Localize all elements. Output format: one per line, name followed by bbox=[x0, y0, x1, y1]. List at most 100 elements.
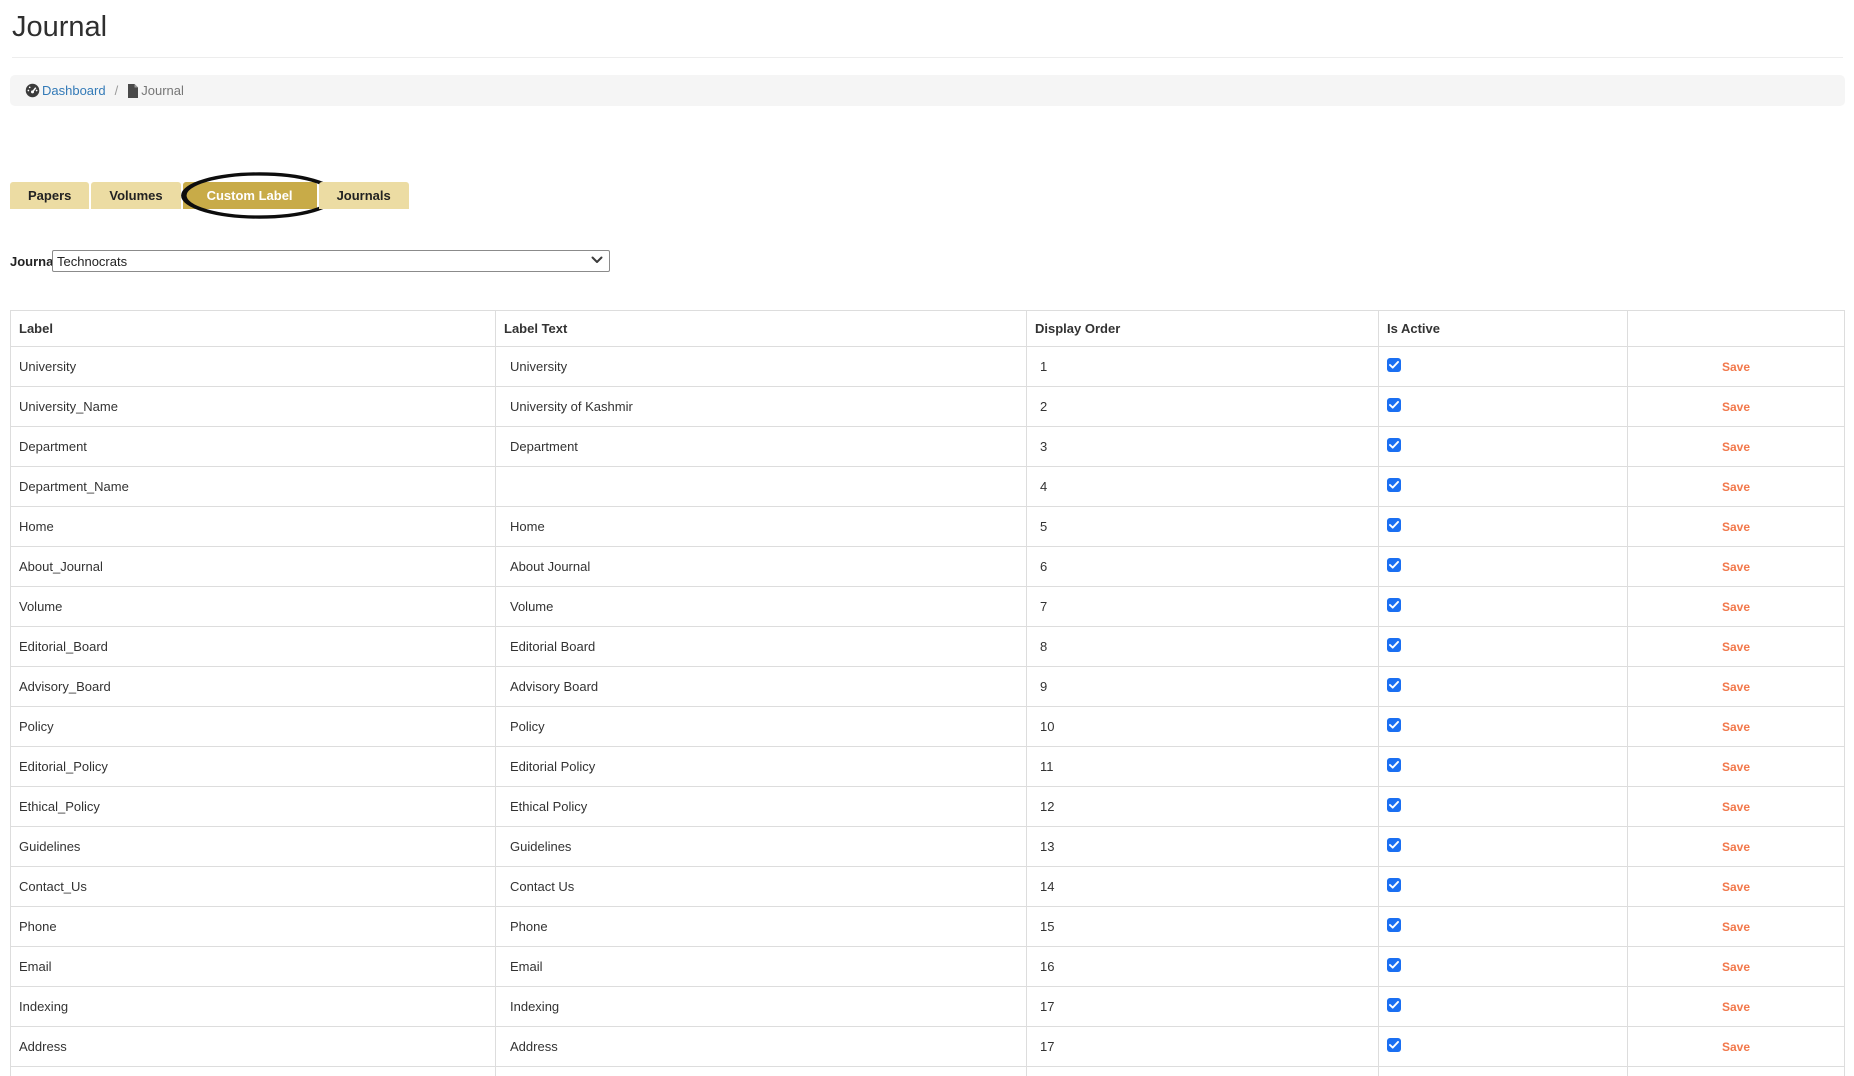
save-button[interactable]: Save bbox=[1722, 800, 1750, 814]
journal-select-label: Journal bbox=[10, 254, 52, 269]
save-button[interactable]: Save bbox=[1722, 440, 1750, 454]
journal-select-wrap: Technocrats bbox=[52, 250, 610, 272]
is-active-checkbox[interactable] bbox=[1387, 798, 1401, 812]
cell-label: Editorial_Policy bbox=[11, 747, 496, 787]
file-icon bbox=[127, 84, 139, 98]
is-active-checkbox[interactable] bbox=[1387, 718, 1401, 732]
is-active-checkbox[interactable] bbox=[1387, 398, 1401, 412]
save-button[interactable]: Save bbox=[1722, 560, 1750, 574]
save-button[interactable]: Save bbox=[1722, 840, 1750, 854]
cell-is-active bbox=[1379, 547, 1628, 587]
save-button[interactable]: Save bbox=[1722, 400, 1750, 414]
is-active-checkbox[interactable] bbox=[1387, 958, 1401, 972]
cell-label: University bbox=[11, 347, 496, 387]
cell-save: Save bbox=[1628, 787, 1845, 827]
cell-label-text: Indexing bbox=[496, 987, 1027, 1027]
tab-journals[interactable]: Journals bbox=[319, 182, 409, 209]
custom-labels-table: Label Label Text Display Order Is Active… bbox=[10, 310, 1845, 1076]
save-button[interactable]: Save bbox=[1722, 520, 1750, 534]
save-button[interactable]: Save bbox=[1722, 1000, 1750, 1014]
is-active-checkbox[interactable] bbox=[1387, 758, 1401, 772]
cell-display-order: 18 bbox=[1027, 1067, 1379, 1076]
cell-is-active bbox=[1379, 947, 1628, 987]
cell-label-text: Department bbox=[496, 427, 1027, 467]
column-header-display-order: Display Order bbox=[1027, 311, 1379, 347]
table-body: University University 1 Save University_… bbox=[11, 347, 1845, 1076]
save-button[interactable]: Save bbox=[1722, 640, 1750, 654]
breadcrumb-dashboard-link[interactable]: Dashboard bbox=[42, 83, 106, 98]
cell-is-active bbox=[1379, 787, 1628, 827]
save-button[interactable]: Save bbox=[1722, 680, 1750, 694]
is-active-checkbox[interactable] bbox=[1387, 598, 1401, 612]
save-button[interactable]: Save bbox=[1722, 920, 1750, 934]
breadcrumb-separator: / bbox=[115, 83, 119, 98]
table-row: Contact_Us Contact Us 14 Save bbox=[11, 867, 1845, 907]
is-active-checkbox[interactable] bbox=[1387, 1038, 1401, 1052]
journal-admin-page: Journal Dashboard / J bbox=[0, 0, 1854, 1076]
cell-label: University_Name bbox=[11, 387, 496, 427]
cell-display-order: 2 bbox=[1027, 387, 1379, 427]
save-button[interactable]: Save bbox=[1722, 600, 1750, 614]
is-active-checkbox[interactable] bbox=[1387, 918, 1401, 932]
cell-is-active bbox=[1379, 827, 1628, 867]
breadcrumb: Dashboard / Journal bbox=[10, 75, 1845, 106]
cell-label: Phone bbox=[11, 907, 496, 947]
save-button[interactable]: Save bbox=[1722, 360, 1750, 374]
breadcrumb-dashboard[interactable]: Dashboard bbox=[25, 83, 106, 98]
is-active-checkbox[interactable] bbox=[1387, 638, 1401, 652]
cell-is-active bbox=[1379, 427, 1628, 467]
cell-label-text: Volume bbox=[496, 587, 1027, 627]
cell-is-active bbox=[1379, 627, 1628, 667]
table-row: Department_Name 4 Save bbox=[11, 467, 1845, 507]
cell-is-active bbox=[1379, 667, 1628, 707]
cell-save: Save bbox=[1628, 467, 1845, 507]
cell-label: Guidelines bbox=[11, 827, 496, 867]
table-row: Department Department 3 Save bbox=[11, 427, 1845, 467]
is-active-checkbox[interactable] bbox=[1387, 878, 1401, 892]
cell-label-text: Advisory Board bbox=[496, 667, 1027, 707]
tab-bar: Papers Volumes Custom Label Journals bbox=[10, 182, 1845, 209]
cell-save: Save bbox=[1628, 387, 1845, 427]
cell-label-text: Guidelines bbox=[496, 827, 1027, 867]
table-row: Volume Volume 7 Save bbox=[11, 587, 1845, 627]
is-active-checkbox[interactable] bbox=[1387, 678, 1401, 692]
save-button[interactable]: Save bbox=[1722, 880, 1750, 894]
tab-custom-label[interactable]: Custom Label bbox=[183, 182, 317, 209]
is-active-checkbox[interactable] bbox=[1387, 558, 1401, 572]
is-active-checkbox[interactable] bbox=[1387, 998, 1401, 1012]
save-button[interactable]: Save bbox=[1722, 760, 1750, 774]
cell-label-text: Contact Us bbox=[496, 867, 1027, 907]
cell-label: About_Journal bbox=[11, 547, 496, 587]
title-divider bbox=[12, 57, 1843, 58]
table-header-row: Label Label Text Display Order Is Active bbox=[11, 311, 1845, 347]
save-button[interactable]: Save bbox=[1722, 960, 1750, 974]
cell-display-order: 4 bbox=[1027, 467, 1379, 507]
is-active-checkbox[interactable] bbox=[1387, 838, 1401, 852]
page-title: Journal bbox=[10, 0, 1845, 57]
cell-label: Advisory_Board bbox=[11, 667, 496, 707]
cell-label: Volume bbox=[11, 587, 496, 627]
tab-volumes[interactable]: Volumes bbox=[91, 182, 180, 209]
is-active-checkbox[interactable] bbox=[1387, 518, 1401, 532]
cell-display-order: 6 bbox=[1027, 547, 1379, 587]
cell-label: Policy bbox=[11, 707, 496, 747]
column-header-label-text: Label Text bbox=[496, 311, 1027, 347]
cell-is-active bbox=[1379, 1067, 1628, 1076]
save-button[interactable]: Save bbox=[1722, 720, 1750, 734]
cell-save: Save bbox=[1628, 987, 1845, 1027]
cell-display-order: 17 bbox=[1027, 987, 1379, 1027]
cell-display-order: 3 bbox=[1027, 427, 1379, 467]
tab-papers[interactable]: Papers bbox=[10, 182, 89, 209]
cell-is-active bbox=[1379, 507, 1628, 547]
is-active-checkbox[interactable] bbox=[1387, 358, 1401, 372]
cell-is-active bbox=[1379, 907, 1628, 947]
save-button[interactable]: Save bbox=[1722, 1040, 1750, 1054]
cell-label: Ethical_Policy bbox=[11, 787, 496, 827]
is-active-checkbox[interactable] bbox=[1387, 478, 1401, 492]
journal-select[interactable]: Technocrats bbox=[52, 250, 610, 272]
cell-display-order: 10 bbox=[1027, 707, 1379, 747]
cell-label-text: Address bbox=[496, 1027, 1027, 1067]
column-header-is-active: Is Active bbox=[1379, 311, 1628, 347]
is-active-checkbox[interactable] bbox=[1387, 438, 1401, 452]
save-button[interactable]: Save bbox=[1722, 480, 1750, 494]
